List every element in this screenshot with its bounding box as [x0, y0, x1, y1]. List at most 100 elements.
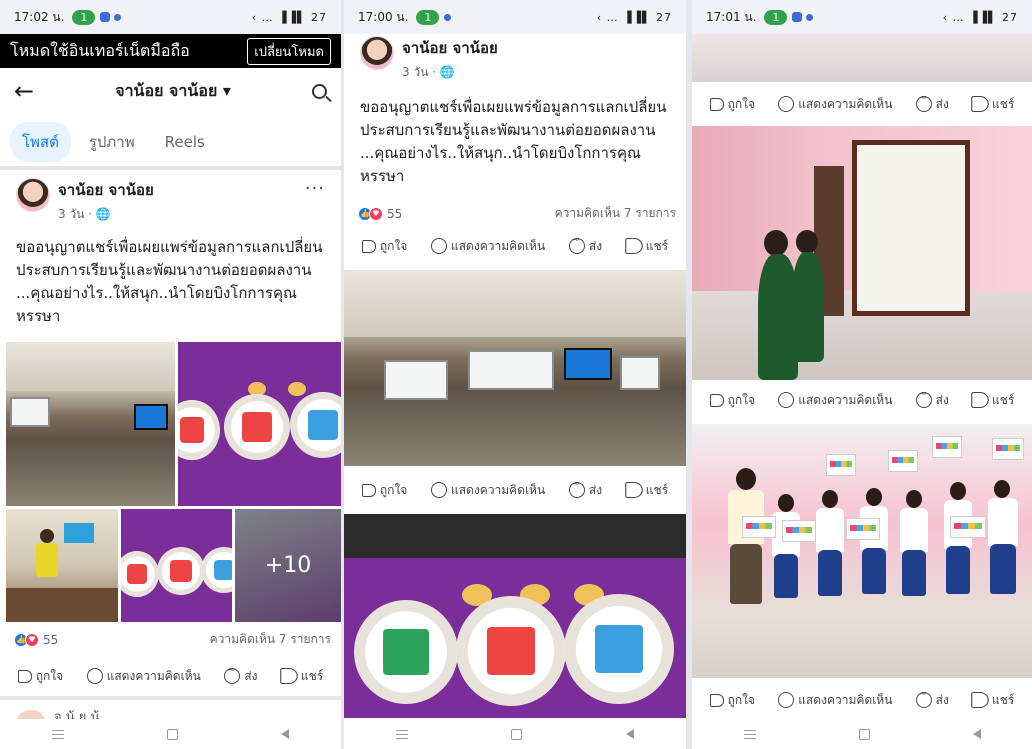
comment-icon [431, 482, 447, 498]
reaction-summary[interactable]: 👍 ♥ 55 ความคิดเห็น 7 รายการ [358, 204, 676, 223]
like-button[interactable]: ถูกใจ [709, 691, 755, 710]
photo-student-presenting[interactable] [6, 509, 118, 622]
share-button[interactable]: แชร์ [624, 237, 668, 256]
avatar[interactable] [360, 36, 394, 70]
comment-button[interactable]: แสดงความคิดเห็น [431, 481, 545, 500]
home-icon[interactable] [166, 728, 178, 740]
status-app-icon [792, 12, 803, 22]
status-time: 17:00 น. [358, 9, 409, 24]
share-button[interactable]: แชร์ [624, 481, 668, 500]
back-arrow-icon[interactable]: ← [14, 77, 34, 105]
messenger-icon [224, 665, 241, 684]
photo-action-bar: ถูกใจ แสดงความคิดเห็น ส่ง แชร์ [692, 682, 1032, 718]
share-icon [624, 482, 643, 498]
comments-count[interactable]: ความคิดเห็น 7 รายการ [210, 630, 331, 649]
send-button[interactable]: ส่ง [568, 479, 602, 500]
share-icon [971, 96, 989, 112]
share-button[interactable]: แชร์ [971, 95, 1014, 114]
status-notification-pill: 1 [72, 9, 96, 25]
recent-apps-icon[interactable] [51, 729, 64, 739]
send-button[interactable]: ส่ง [915, 689, 949, 710]
status-bar: 17:02 น. 1 ‹ … ▐▐▌ 27 [0, 0, 341, 34]
status-bar: 17:01 น. 1 ‹ … ▐▐▌ 27 [692, 0, 1032, 34]
tab-posts[interactable]: โพสต์ [10, 122, 71, 162]
comment-button[interactable]: แสดงความคิดเห็น [778, 391, 892, 410]
like-button[interactable]: ถูกใจ [17, 667, 63, 686]
photo-classroom[interactable] [344, 270, 686, 466]
status-time: 17:02 น. [14, 9, 65, 24]
search-icon[interactable] [312, 83, 327, 99]
post-header: จาน้อย จาน้อย 3 วัน · 🌐 [344, 36, 686, 82]
share-icon [624, 238, 643, 254]
comments-count[interactable]: ความคิดเห็น 7 รายการ [555, 204, 676, 223]
send-button[interactable]: ส่ง [568, 235, 602, 256]
thumbs-up-icon [709, 693, 724, 707]
photo-bingo-plates-2[interactable] [121, 509, 232, 622]
photo-partial-top[interactable] [692, 34, 1032, 82]
home-icon[interactable] [858, 728, 870, 740]
photo-students-group[interactable] [692, 424, 1032, 678]
send-button[interactable]: ส่ง [224, 665, 257, 686]
like-button[interactable]: ถูกใจ [709, 391, 755, 410]
like-button[interactable]: ถูกใจ [361, 481, 407, 500]
status-time: 17:01 น. [706, 9, 757, 24]
love-reaction-icon: ♥ [25, 632, 39, 647]
status-app-icon [100, 12, 111, 22]
more-options-icon[interactable]: ··· [305, 178, 325, 199]
profile-title-dropdown[interactable]: จาน้อย จาน้อย ▾ [115, 79, 231, 104]
post-author-name[interactable]: จาน้อย จาน้อย [402, 36, 498, 60]
post-header: จาน้อย จาน้อย 3 วัน · 🌐 ··· [0, 178, 341, 224]
tab-photos[interactable]: รูปภาพ [77, 122, 147, 162]
reaction-summary[interactable]: 👍 ♥ 55 ความคิดเห็น 7 รายการ [14, 630, 331, 649]
recent-apps-icon[interactable] [743, 729, 756, 739]
recent-apps-icon[interactable] [395, 729, 408, 739]
back-icon[interactable] [281, 729, 290, 739]
status-signal-battery: ‹ … ▐▐▌ 27 [251, 10, 327, 24]
status-dot-icon [806, 13, 814, 21]
status-dot-icon [114, 13, 122, 21]
change-mode-button[interactable]: เปลี่ยนโหมด [247, 37, 331, 65]
like-button[interactable]: ถูกใจ [709, 95, 755, 114]
share-button[interactable]: แชร์ [280, 667, 323, 686]
comment-button[interactable]: แสดงความคิดเห็น [431, 237, 545, 256]
post-caption: ขออนุญาตแชร์เพื่อเผยแพร่ข้อมูลการแลกเปลี… [16, 238, 323, 325]
comment-button[interactable]: แสดงความคิดเห็น [778, 95, 892, 114]
comment-button[interactable]: แสดงความคิดเห็น [778, 691, 892, 710]
post-meta: 3 วัน · 🌐 [58, 207, 111, 221]
thumbs-up-icon [361, 483, 376, 497]
system-nav-bar [0, 719, 341, 749]
comment-icon [86, 668, 103, 684]
thumbs-up-icon [361, 239, 376, 253]
profile-tabs: โพสต์ รูปภาพ Reels [0, 120, 341, 164]
mobile-data-mode-banner: โหมดใช้อินเทอร์เน็ตมือถือ เปลี่ยนโหมด [0, 34, 341, 68]
photo-bingo-plates[interactable] [178, 342, 341, 506]
system-nav-bar [692, 719, 1032, 749]
avatar[interactable] [16, 178, 50, 212]
post-caption: ขออนุญาตแชร์เพื่อเผยแพร่ข้อมูลการแลกเปลี… [360, 98, 667, 185]
system-nav-bar [344, 719, 686, 749]
send-button[interactable]: ส่ง [915, 93, 949, 114]
status-bar: 17:00 น. 1 ‹ … ▐▐▌ 27 [344, 0, 686, 34]
share-button[interactable]: แชร์ [971, 691, 1014, 710]
like-button[interactable]: ถูกใจ [361, 237, 407, 256]
tab-reels[interactable]: Reels [153, 125, 217, 159]
send-button[interactable]: ส่ง [915, 389, 949, 410]
post-action-bar: ถูกใจ แสดงความคิดเห็น ส่ง แชร์ [0, 658, 341, 694]
reaction-count: 55 [43, 632, 59, 647]
messenger-icon [568, 235, 585, 254]
home-icon[interactable] [511, 728, 523, 740]
post-author-name[interactable]: จาน้อย จาน้อย [58, 178, 154, 202]
photo-classroom[interactable] [6, 342, 175, 506]
photo-bingo-plates[interactable] [344, 514, 686, 718]
share-icon [280, 668, 298, 684]
thumbs-up-icon [17, 669, 32, 683]
data-mode-text: โหมดใช้อินเทอร์เน็ตมือถือ [10, 40, 190, 60]
back-icon[interactable] [972, 729, 981, 739]
comment-button[interactable]: แสดงความคิดเห็น [86, 667, 201, 686]
post-meta: 3 วัน · 🌐 [402, 65, 455, 79]
back-icon[interactable] [626, 729, 635, 739]
photo-scouts-hallway[interactable] [692, 126, 1032, 380]
more-photos-count: +10 [235, 509, 341, 622]
share-button[interactable]: แชร์ [971, 391, 1014, 410]
photo-more[interactable]: +10 [235, 509, 341, 622]
